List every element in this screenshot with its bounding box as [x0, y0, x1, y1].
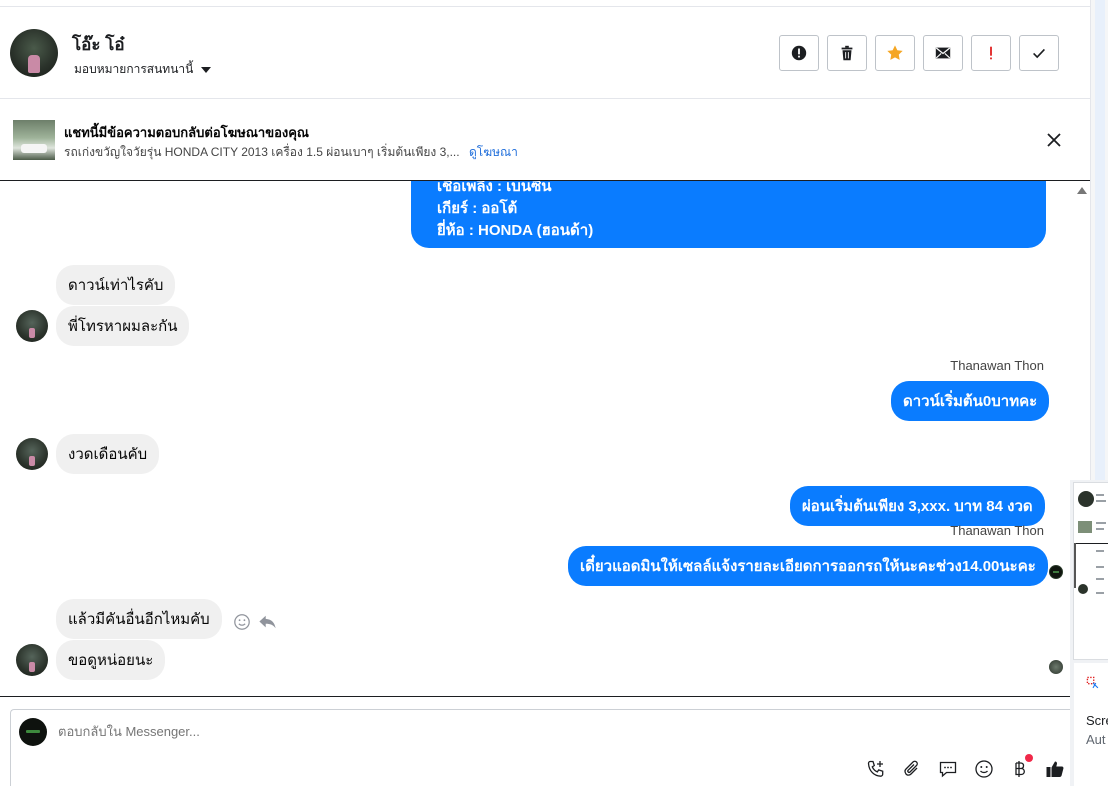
follow-up-button[interactable] — [971, 35, 1011, 71]
paperclip-icon — [904, 760, 918, 776]
emoji-button[interactable] — [973, 758, 995, 780]
sender-name: Thanawan Thon — [950, 358, 1044, 373]
incoming-message[interactable]: แล้วมีคันอื่นอีกไหมคับ — [56, 599, 222, 639]
mark-spam-button[interactable] — [779, 35, 819, 71]
close-icon[interactable] — [1044, 130, 1064, 150]
outgoing-message[interactable]: ผ่อนเริ่มต้นเพียง 3,xxx. บาท 84 งวด — [790, 486, 1045, 526]
seen-by-contact-avatar — [1049, 660, 1063, 674]
contact-avatar-small — [16, 310, 48, 342]
message-line: เกียร์ : ออโต้ — [437, 200, 518, 217]
assign-label: มอบหมายการสนทนานี้ — [74, 62, 194, 76]
scroll-up-arrow-icon[interactable] — [1077, 187, 1087, 194]
outgoing-message[interactable]: เดี๋ยวแอดมินให้เซลล์แจ้งรายละเอียดการออก… — [568, 546, 1048, 586]
ad-banner-title: แชทนี้มีข้อความตอบกลับต่อโฆษณาของคุณ — [64, 125, 309, 140]
mark-done-button[interactable] — [1019, 35, 1059, 71]
contact-avatar-small — [16, 438, 48, 470]
baht-icon — [1015, 761, 1025, 777]
saved-replies-button[interactable] — [937, 758, 959, 780]
ad-banner-subtitle: รถเก่งขวัญใจวัยรุ่น HONDA CITY 2013 เครื… — [64, 143, 518, 162]
smiley-icon — [975, 760, 993, 778]
checkmark-icon — [1033, 48, 1045, 59]
page-avatar — [19, 718, 47, 746]
exclamation-icon — [990, 46, 992, 60]
trash-icon — [841, 45, 853, 61]
contact-avatar-small — [16, 644, 48, 676]
ad-description: รถเก่งขวัญใจวัยรุ่น HONDA CITY 2013 เครื… — [64, 145, 460, 159]
reply-input[interactable] — [58, 724, 758, 739]
star-icon — [887, 45, 903, 60]
chat-bubble-icon — [939, 761, 957, 778]
seen-by-page-avatar — [1049, 565, 1063, 579]
side-thumbnail — [1078, 521, 1092, 533]
message-line: ยี่ห้อ : HONDA (ฮอนด้า) — [437, 222, 594, 239]
right-scroll-track — [1090, 0, 1108, 480]
caret-down-icon — [201, 66, 212, 73]
envelope-icon — [935, 47, 951, 59]
call-button[interactable] — [865, 758, 887, 780]
reply-icon[interactable] — [258, 613, 277, 631]
side-notification-title: Scre — [1086, 713, 1108, 728]
side-preview-card[interactable] — [1073, 482, 1108, 660]
incoming-message[interactable]: งวดเดือนคับ — [56, 434, 160, 474]
outgoing-message[interactable]: ดาวน์เริ่มต้น0บาทคะ — [891, 381, 1050, 421]
react-emoji-icon[interactable] — [233, 613, 251, 631]
ad-reply-banner: แชทนี้มีข้อความตอบกลับต่อโฆษณาของคุณ รถเ… — [0, 100, 1090, 179]
side-avatar — [1078, 491, 1094, 507]
screenshot-tool-icon — [1086, 676, 1099, 689]
delete-button[interactable] — [827, 35, 867, 71]
incoming-message[interactable]: พี่โทรหาผมละกัน — [56, 306, 190, 346]
ad-thumbnail[interactable] — [13, 120, 55, 160]
sender-name: Thanawan Thon — [950, 523, 1044, 538]
mark-unread-button[interactable] — [923, 35, 963, 71]
phone-plus-icon — [867, 760, 884, 777]
like-button[interactable] — [1044, 758, 1066, 780]
side-notification-subtitle: Aut — [1086, 732, 1106, 747]
exclamation-circle-icon — [791, 45, 807, 61]
contact-name[interactable]: โอ๊ะ โอ๋ — [72, 31, 125, 58]
incoming-message[interactable]: ขอดูหน่อยนะ — [56, 640, 166, 680]
incoming-message[interactable]: ดาวน์เท่าไรคับ — [56, 265, 176, 305]
contact-avatar[interactable] — [10, 29, 58, 77]
view-ad-link[interactable]: ดูโฆษณา — [469, 145, 518, 159]
thumbs-up-icon — [1046, 761, 1064, 777]
side-avatar — [1078, 584, 1088, 594]
assign-conversation-dropdown[interactable]: มอบหมายการสนทนานี้ — [74, 60, 212, 79]
conversation-header: โอ๊ะ โอ๋ มอบหมายการสนทนานี้ — [0, 7, 1090, 99]
attach-button[interactable] — [901, 758, 923, 780]
star-button[interactable] — [875, 35, 915, 71]
notification-dot — [1025, 754, 1033, 762]
